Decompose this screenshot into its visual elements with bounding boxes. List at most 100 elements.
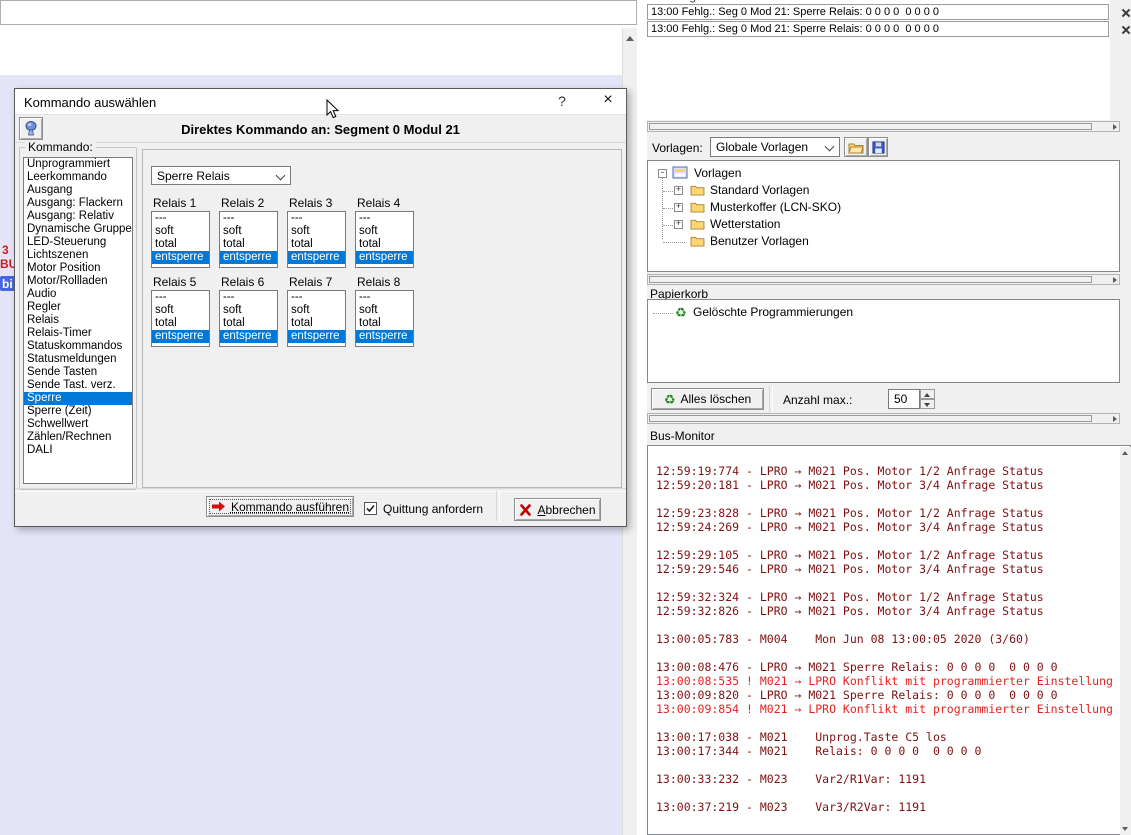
relay-option[interactable]: soft [356,225,413,238]
relay-option[interactable]: entsperre [288,251,345,264]
vorlagen-h-scrollbar[interactable] [647,274,1120,285]
kommando-list-item[interactable]: Ausgang [24,184,132,197]
relay-option[interactable]: total [288,238,345,251]
kommando-list-item[interactable]: Regler [24,301,132,314]
clear-all-button[interactable]: ♻ Alles löschen [651,388,764,410]
kommando-list-item[interactable]: LED-Steuerung [24,236,132,249]
scroll-right-icon[interactable] [1113,416,1117,422]
papierkorb-h-scrollbar[interactable] [647,413,1120,424]
relay-listbox[interactable]: ---softtotalentsperre [287,290,346,347]
relay-option[interactable]: total [220,317,277,330]
scroll-right-icon[interactable] [1113,277,1117,283]
quittung-checkbox[interactable] [364,502,377,515]
dialog-titlebar[interactable]: Kommando auswählen ? × [15,89,626,115]
kommando-list-item[interactable]: Sperre (Zeit) [24,405,132,418]
kommando-list-item[interactable]: Dynamische Gruppen [24,223,132,236]
kommando-list-item[interactable]: Sperre [24,392,132,405]
relay-option[interactable]: soft [220,225,277,238]
execute-command-button[interactable]: Kommando ausführen [206,496,354,517]
kommando-list-item[interactable]: Lichtszenen [24,249,132,262]
relay-option[interactable]: --- [356,291,413,304]
kommando-list-item[interactable]: Relais-Timer [24,327,132,340]
scroll-up-button[interactable] [1120,447,1131,459]
kommando-list-item[interactable]: Motor/Rollladen [24,275,132,288]
relay-listbox[interactable]: ---softtotalentsperre [219,211,278,268]
scroll-right-icon[interactable] [1113,124,1117,130]
kommando-list-item[interactable]: Sende Tasten [24,366,132,379]
quittung-checkbox-label[interactable]: Quittung anfordern [383,502,483,516]
relay-option[interactable]: --- [356,212,413,225]
open-template-button[interactable] [844,137,868,157]
relay-option[interactable]: total [220,238,277,251]
relay-option[interactable]: entsperre [356,251,413,264]
kommando-list-item[interactable]: DALI [24,444,132,457]
stepper-down-button[interactable] [920,399,935,409]
messages-h-scrollbar[interactable] [647,121,1120,132]
kommando-list-item[interactable]: Motor Position [24,262,132,275]
max-count-stepper[interactable] [920,389,935,409]
relay-option[interactable]: soft [152,225,209,238]
expand-icon[interactable] [674,220,683,229]
kommando-list-item[interactable]: Statuskommandos [24,340,132,353]
relay-option[interactable]: total [152,317,209,330]
relay-option[interactable]: entsperre [356,330,413,343]
kommando-list-item[interactable]: Relais [24,314,132,327]
message-row[interactable]: 13:00 Fehlg.: Seg 0 Mod 21: Sperre Relai… [647,4,1109,20]
relay-option[interactable]: --- [152,212,209,225]
relay-listbox[interactable]: ---softtotalentsperre [355,211,414,268]
relay-option[interactable]: total [288,317,345,330]
expand-icon[interactable] [674,203,683,212]
relay-listbox[interactable]: ---softtotalentsperre [355,290,414,347]
save-template-button[interactable] [868,137,888,157]
relay-option[interactable]: --- [288,212,345,225]
close-message-icon[interactable] [1121,25,1130,34]
stepper-up-button[interactable] [920,389,935,399]
relay-option[interactable]: entsperre [220,251,277,264]
kommando-list-item[interactable]: Zählen/Rechnen [24,431,132,444]
kommando-list-item[interactable]: Audio [24,288,132,301]
scrollbar-thumb[interactable] [649,276,1092,283]
relay-option[interactable]: soft [152,304,209,317]
kommando-list-item[interactable]: Statusmeldungen [24,353,132,366]
dialog-help-button[interactable]: ? [551,93,573,111]
relay-option[interactable]: --- [220,212,277,225]
scrollbar-thumb[interactable] [649,415,1092,422]
relay-option[interactable]: entsperre [152,251,209,264]
kommando-list-item[interactable]: Ausgang: Relativ [24,210,132,223]
bus-monitor-v-scrollbar[interactable] [1120,447,1131,835]
kommando-list-item[interactable]: Ausgang: Flackern [24,197,132,210]
vorlagen-combobox[interactable]: Globale Vorlagen [710,137,840,157]
panel-splitter[interactable] [637,0,647,835]
relay-listbox[interactable]: ---softtotalentsperre [287,211,346,268]
relay-listbox[interactable]: ---softtotalentsperre [151,290,210,347]
expand-icon[interactable] [674,186,683,195]
cancel-button[interactable]: Abbrechen [514,498,601,521]
kommando-listbox[interactable]: UnprogrammiertLeerkommandoAusgangAusgang… [23,157,133,484]
kommando-list-item[interactable]: Leerkommando [24,171,132,184]
dialog-close-button[interactable]: × [595,91,621,111]
relay-option[interactable]: total [356,238,413,251]
relay-option[interactable]: entsperre [220,330,277,343]
sperre-type-combobox[interactable]: Sperre Relais [151,166,291,185]
relay-option[interactable]: total [356,317,413,330]
message-row[interactable]: 13:00 Fehlg.: Seg 0 Mod 21: Sperre Relai… [647,21,1109,37]
relay-option[interactable]: total [152,238,209,251]
relay-option[interactable]: --- [152,291,209,304]
relay-option[interactable]: entsperre [152,330,209,343]
relay-listbox[interactable]: ---softtotalentsperre [219,290,278,347]
max-count-input[interactable]: 50 [888,389,920,409]
relay-option[interactable]: soft [288,304,345,317]
scrollbar-thumb[interactable] [649,123,1092,130]
scroll-down-button[interactable] [1120,823,1131,835]
relay-option[interactable]: soft [356,304,413,317]
close-message-icon[interactable] [1121,8,1130,17]
kommando-list-item[interactable]: Schwellwert [24,418,132,431]
relay-option[interactable]: soft [220,304,277,317]
scroll-up-icon[interactable] [626,36,634,41]
relay-option[interactable]: --- [220,291,277,304]
collapse-icon[interactable] [658,169,667,178]
kommando-list-item[interactable]: Sende Tast. verz. [24,379,132,392]
relay-option[interactable]: entsperre [288,330,345,343]
relay-option[interactable]: soft [288,225,345,238]
bus-monitor-log[interactable]: 12:59:19:774 - LPRO → M021 Pos. Motor 1/… [647,445,1131,835]
